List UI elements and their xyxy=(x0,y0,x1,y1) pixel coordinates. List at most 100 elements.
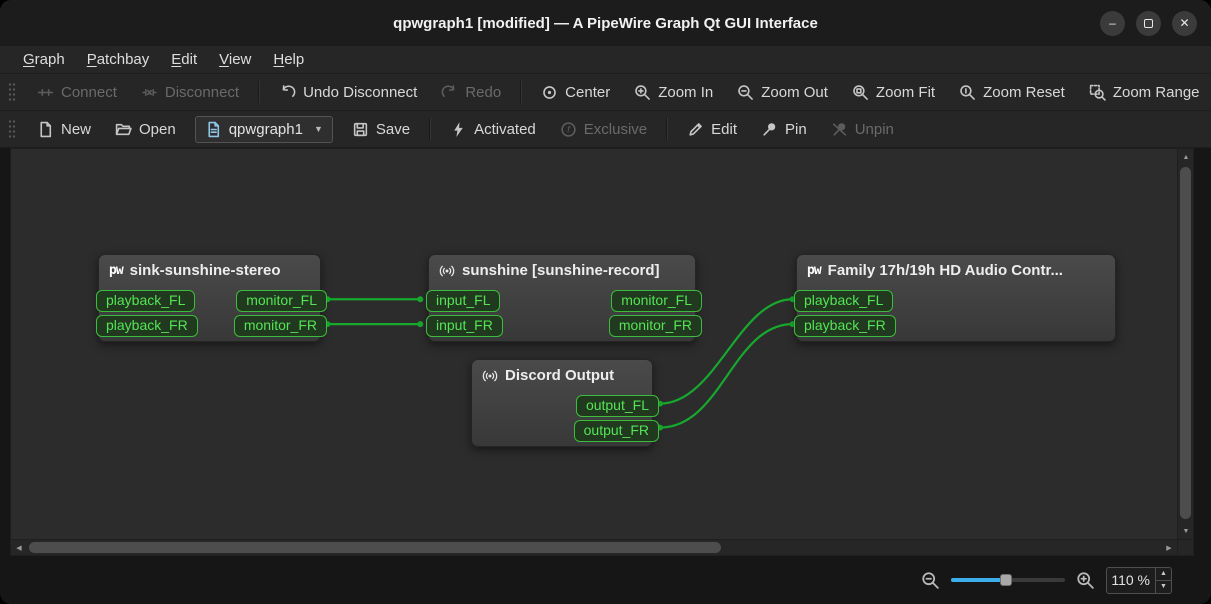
port-output-fl[interactable]: output_FL xyxy=(575,395,659,417)
menubar: Graph Patchbay Edit View Help xyxy=(0,46,1211,74)
zoom-out-button[interactable] xyxy=(921,571,940,590)
maximize-button[interactable] xyxy=(1136,10,1161,36)
activated-button[interactable]: Activated xyxy=(440,116,546,143)
close-button[interactable]: ✕ xyxy=(1172,10,1197,36)
zoom-spinbox[interactable]: 110 % ▲ ▼ xyxy=(1106,566,1172,594)
scroll-left-arrow-icon[interactable]: ◀ xyxy=(11,540,27,556)
graph-view: pw sink-sunshine-stereo playback_FL play… xyxy=(10,148,1194,556)
node-sunshine-record[interactable]: sunshine [sunshine-record] input_FL inpu… xyxy=(426,254,702,342)
undo-disconnect-button[interactable]: Undo Disconnect xyxy=(269,79,427,106)
exclusive-button[interactable]: f Exclusive xyxy=(550,116,657,143)
zoom-spinbox-arrows: ▲ ▼ xyxy=(1155,567,1171,593)
node-sink-sunshine-stereo[interactable]: pw sink-sunshine-stereo playback_FL play… xyxy=(96,254,327,342)
spin-up-arrow-icon[interactable]: ▲ xyxy=(1156,568,1171,581)
pipewire-icon: pw xyxy=(109,263,124,278)
toolbar-separator xyxy=(258,81,261,103)
toolbar-patchbay: New Open qpwgraph1 ▼ Save Activated f Ex… xyxy=(0,111,1211,148)
zoom-range-icon xyxy=(1089,84,1106,101)
save-icon xyxy=(352,121,369,138)
scroll-up-arrow-icon[interactable]: ▲ xyxy=(1178,149,1194,165)
port-playback-fr[interactable]: playback_FR xyxy=(794,315,896,337)
activated-label: Activated xyxy=(474,120,536,138)
spin-down-arrow-icon[interactable]: ▼ xyxy=(1156,581,1171,593)
monitor-speaker-icon xyxy=(439,263,455,279)
port-monitor-fl[interactable]: monitor_FL xyxy=(611,290,702,312)
node-family-hd-audio[interactable]: pw Family 17h/19h HD Audio Contr... play… xyxy=(794,254,1116,342)
save-button[interactable]: Save xyxy=(342,116,420,143)
vertical-scrollbar-thumb[interactable] xyxy=(1180,167,1191,519)
port-output-fr[interactable]: output_FR xyxy=(573,420,659,442)
menu-graph[interactable]: Graph xyxy=(12,46,76,73)
minimize-icon: – xyxy=(1109,16,1116,30)
redo-button[interactable]: Redo xyxy=(431,79,511,106)
zoom-reset-icon xyxy=(959,84,976,101)
center-button[interactable]: Center xyxy=(531,79,620,106)
vertical-scrollbar[interactable]: ▲ ▼ xyxy=(1177,149,1193,539)
zoom-range-button[interactable]: Zoom Range xyxy=(1079,79,1210,106)
graph-canvas[interactable]: pw sink-sunshine-stereo playback_FL play… xyxy=(11,149,1177,539)
connection-wires xyxy=(324,296,796,431)
menu-patchbay[interactable]: Patchbay xyxy=(76,46,161,73)
pencil-icon xyxy=(687,121,704,138)
patchbay-selector[interactable]: qpwgraph1 ▼ xyxy=(194,115,333,143)
port-monitor-fr[interactable]: monitor_FR xyxy=(608,315,702,337)
port-playback-fl[interactable]: playback_FL xyxy=(96,290,196,312)
node-discord-output[interactable]: Discord Output output_FL output_FR xyxy=(471,359,659,447)
menu-patchbay-label: Patchbay xyxy=(86,51,150,68)
unpin-label: Unpin xyxy=(854,120,894,138)
zoom-slider-fill xyxy=(951,578,1003,582)
zoom-in-icon xyxy=(634,84,651,101)
node-header: pw sink-sunshine-stereo xyxy=(99,255,320,283)
menu-view[interactable]: View xyxy=(208,46,262,73)
minimize-button[interactable]: – xyxy=(1100,10,1125,36)
scroll-down-arrow-icon[interactable]: ▼ xyxy=(1178,523,1194,539)
zoom-reset-button[interactable]: Zoom Reset xyxy=(949,79,1075,106)
pin-label: Pin xyxy=(785,120,807,138)
toolbar-drag-handle[interactable] xyxy=(8,118,16,140)
zoom-fit-button[interactable]: Zoom Fit xyxy=(842,79,945,106)
node-title: Discord Output xyxy=(505,367,615,384)
horizontal-scrollbar-thumb[interactable] xyxy=(29,542,721,553)
monitor-speaker-icon xyxy=(482,368,498,384)
new-document-icon xyxy=(37,121,54,138)
patchbay-file-icon xyxy=(205,121,222,138)
connect-button[interactable]: Connect xyxy=(27,79,127,106)
menu-view-label: View xyxy=(219,51,252,68)
undo-icon xyxy=(279,84,296,101)
port-input-fl[interactable]: input_FL xyxy=(426,290,501,312)
port-playback-fl[interactable]: playback_FL xyxy=(794,290,894,312)
port-monitor-fr[interactable]: monitor_FR xyxy=(233,315,327,337)
edit-button[interactable]: Edit xyxy=(677,116,747,143)
titlebar[interactable]: qpwgraph1 [modified] — A PipeWire Graph … xyxy=(0,0,1211,46)
horizontal-scrollbar[interactable]: ◀ ▶ xyxy=(11,539,1177,555)
scroll-right-arrow-icon[interactable]: ▶ xyxy=(1161,540,1177,556)
menu-help-label: Help xyxy=(273,51,305,68)
disconnect-button[interactable]: Disconnect xyxy=(131,79,249,106)
zoom-in-button[interactable] xyxy=(1076,571,1095,590)
port-playback-fr[interactable]: playback_FR xyxy=(96,315,198,337)
open-button[interactable]: Open xyxy=(105,116,186,143)
zoom-value[interactable]: 110 % xyxy=(1107,568,1155,593)
menu-edit[interactable]: Edit xyxy=(160,46,208,73)
port-input-fr[interactable]: input_FR xyxy=(426,315,503,337)
redo-label: Redo xyxy=(465,83,502,101)
toolbar-drag-handle[interactable] xyxy=(8,81,16,103)
unpin-button[interactable]: Unpin xyxy=(821,116,904,143)
connect-label: Connect xyxy=(61,83,117,101)
zoom-out-button[interactable]: Zoom Out xyxy=(727,79,838,106)
center-icon xyxy=(541,84,558,101)
save-label: Save xyxy=(375,120,411,138)
zoom-in-button[interactable]: Zoom In xyxy=(624,79,723,106)
svg-text:f: f xyxy=(567,124,571,135)
zoom-in-label: Zoom In xyxy=(658,83,714,101)
redo-icon xyxy=(441,84,458,101)
node-title: sunshine [sunshine-record] xyxy=(462,262,660,279)
zoom-slider[interactable] xyxy=(951,573,1065,587)
pipewire-icon: pw xyxy=(807,263,822,278)
menu-help[interactable]: Help xyxy=(262,46,315,73)
open-folder-icon xyxy=(115,121,132,138)
port-monitor-fl[interactable]: monitor_FL xyxy=(236,290,327,312)
zoom-slider-handle[interactable] xyxy=(1000,574,1012,586)
new-button[interactable]: New xyxy=(27,116,101,143)
pin-button[interactable]: Pin xyxy=(751,116,817,143)
